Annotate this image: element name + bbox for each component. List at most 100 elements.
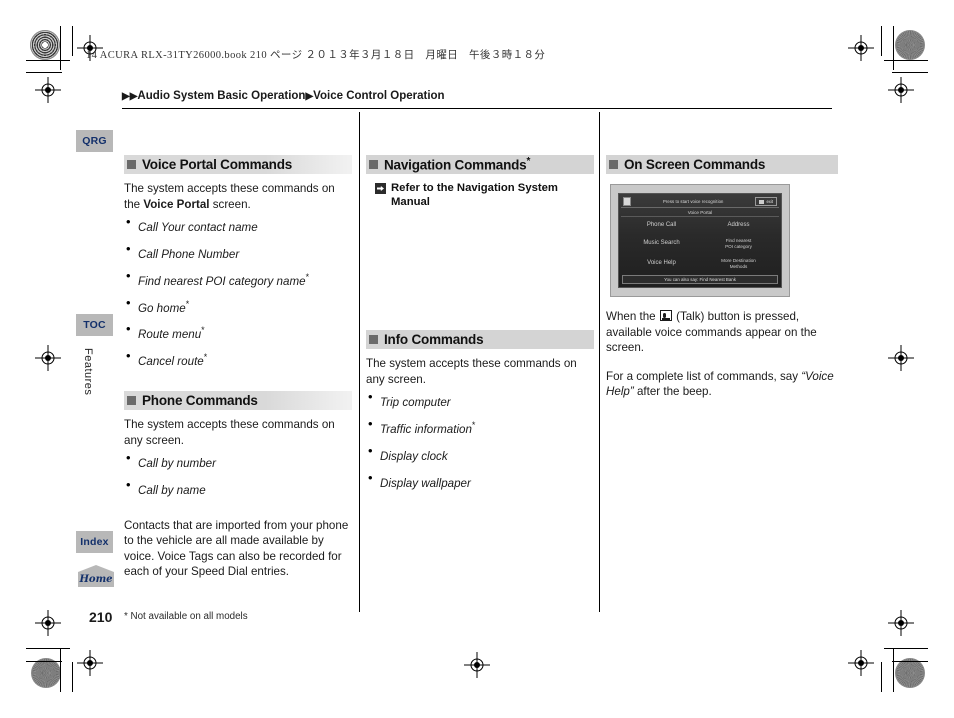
header-rule [122,108,832,109]
halftone-registration-dot-bottom-left [31,658,61,688]
sidebar-tab-toc[interactable]: TOC [76,314,113,336]
crosshair-mark-right-middle [888,345,914,371]
footnote-star: * [203,352,208,363]
nav-screen-option-voice-help[interactable]: Voice Help [623,259,700,268]
crosshair-mark-top-right-a [848,35,874,61]
crosshair-mark-bottom-right-a [888,610,914,636]
footnote-star: * [305,271,310,282]
footnote-star: * [526,156,531,168]
command-text: Find nearest POI category name [138,274,306,288]
crop-mark [893,648,894,692]
nav-screen-exit-label: exit [766,199,773,204]
list-item: Route menu* [124,322,352,342]
crosshair-mark-bottom-center [464,652,490,678]
crosshair-mark-bottom-right-b [848,650,874,676]
nav-screen-exit-button[interactable]: exit [755,197,777,206]
footnote-star: * [185,298,190,309]
list-item: Trip computer [366,390,594,410]
list-item: Find nearest POI category name* [124,269,352,289]
crop-mark [881,26,882,56]
breadcrumb-part-1[interactable]: Audio System Basic Operation [137,90,305,102]
command-text: Route menu [138,328,202,342]
sidebar-tab-qrg-label: QRG [82,135,107,147]
voice-portal-command-list: Call Your contact name Call Phone Number… [124,215,352,369]
navigation-heading-text: Navigation Commands [384,157,527,173]
section-heading-phone-commands: Phone Commands [124,391,352,411]
page-number: 210 [89,609,113,625]
voice-portal-intro-b: screen. [209,197,251,211]
list-item: Call Phone Number [124,242,352,262]
nav-screen-option-music-search[interactable]: Music Search [623,239,700,248]
crop-mark [26,60,70,61]
crosshair-mark-top-right-b [888,77,914,103]
navigation-manual-reference-label: Refer to the Navigation System Manual [391,182,558,208]
breadcrumb-part-2[interactable]: Voice Control Operation [313,90,444,102]
command-text: Call by name [138,483,206,497]
command-text: Go home [138,301,186,315]
crop-mark [881,662,882,692]
footnote-star: * [471,419,476,430]
phone-contacts-note: Contacts that are imported from your pho… [124,518,349,579]
crop-mark [72,662,73,692]
heading-square-bullet-icon [127,160,136,169]
command-text: Cancel route [138,355,204,369]
crop-mark [60,26,61,70]
crop-mark [884,60,928,61]
nav-screen-hint-bar: You can also say: Find Nearest Bank [622,275,778,284]
list-item: Display clock [366,444,594,464]
crop-mark [26,72,62,73]
exit-icon [759,199,765,204]
column-divider-2 [599,112,600,612]
crop-mark [26,661,62,662]
sidebar-tab-index[interactable]: Index [76,531,113,553]
crop-mark [60,648,61,692]
section-heading-on-screen-commands: On Screen Commands [606,155,838,174]
crosshair-mark-bottom-left-a [35,610,61,636]
nav-screen-option-more-destination-methods[interactable]: More Destination Methods [700,257,777,270]
section-heading-phone-commands-label: Phone Commands [142,393,258,409]
command-text: Trip computer [380,395,451,409]
info-command-list: Trip computer Traffic information* Displ… [366,390,594,490]
column-divider-1 [359,112,360,612]
list-item: Call by name [124,478,352,498]
halftone-registration-dot-top-right [895,30,925,60]
command-text: Display clock [380,449,448,463]
nav-screen-option-find-nearest-poi-category[interactable]: Find nearest POI category [700,237,777,250]
info-intro: The system accepts these commands on any… [366,357,577,386]
section-heading-navigation-commands-label: Navigation Commands* [384,156,530,173]
section-heading-voice-portal-commands: Voice Portal Commands [124,155,352,174]
sidebar-tab-qrg[interactable]: QRG [76,130,113,152]
talk-button-icon [659,310,672,321]
sidebar-tab-home[interactable]: Home [78,565,114,587]
nav-screen-title: Voice Portal [621,208,779,217]
nav-screen-option-address[interactable]: Address [700,221,777,230]
reference-arrow-icon [375,183,386,194]
on-screen-paragraph-2-a: For a complete list of commands, say [606,369,802,383]
section-heading-voice-portal-commands-label: Voice Portal Commands [142,157,293,172]
sidebar-tab-home-label: Home [79,574,113,585]
heading-square-bullet-icon [369,335,378,344]
list-item: Call by number [124,451,352,471]
heading-square-bullet-icon [609,160,618,169]
print-header-bookinfo: 14 ACURA RLX-31TY26000.book 210 ページ ２０１３… [86,50,546,61]
talk-button-icon [623,197,631,206]
crop-mark [892,72,928,73]
crop-mark [884,648,928,649]
on-screen-paragraph-2-b: after the beep. [633,385,712,398]
nav-screen: Press to start voice recognition exit Vo… [618,193,782,288]
list-item: Call Your contact name [124,215,352,235]
section-heading-navigation-commands: Navigation Commands* [366,155,594,174]
breadcrumb-marker-icon: ▶▶ [122,91,138,102]
column-middle: Navigation Commands* Refer to the Naviga… [366,155,594,498]
nav-screen-top-bar: Press to start voice recognition exit [621,196,779,208]
crop-mark [893,26,894,70]
phone-command-list: Call by number Call by name [124,451,352,498]
nav-screen-option-phone-call[interactable]: Phone Call [623,221,700,230]
navigation-manual-reference[interactable]: Refer to the Navigation System Manual [366,181,594,209]
section-heading-info-commands: Info Commands [366,330,594,349]
list-item: Cancel route* [124,349,352,369]
heading-square-bullet-icon [369,160,378,169]
